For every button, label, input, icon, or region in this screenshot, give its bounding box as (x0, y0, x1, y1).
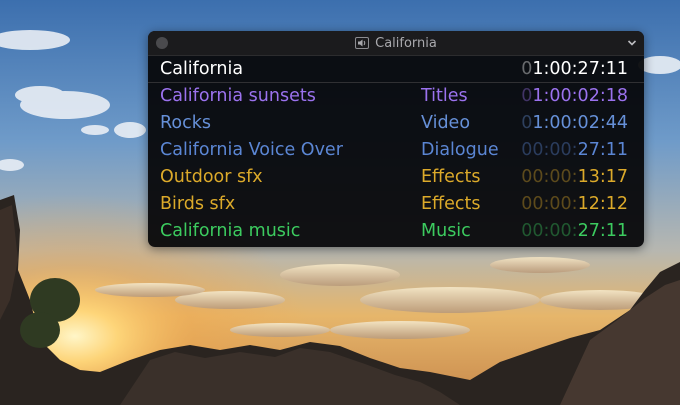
project-timecode: 01:00:27:11 (521, 59, 628, 79)
hud-titlebar: California (148, 31, 644, 56)
clip-timecode: 00:00:27:11 (521, 140, 628, 160)
speaker-icon (355, 37, 370, 49)
clip-role: Dialogue (421, 140, 499, 160)
timeline-index-hud: California California 01:00:27:11 Califo… (148, 31, 644, 247)
clip-role: Music (421, 221, 471, 241)
clip-name: California sunsets (160, 86, 316, 106)
clip-row[interactable]: California Voice Over Dialogue 00:00:27:… (148, 137, 644, 164)
clip-timecode: 01:00:02:18 (521, 86, 628, 106)
project-name: California (160, 59, 244, 79)
clip-role: Video (421, 113, 471, 133)
clip-timecode: 01:00:02:44 (521, 113, 628, 133)
clip-timecode: 00:00:13:17 (521, 167, 628, 187)
clip-timecode: 00:00:27:11 (521, 221, 628, 241)
window-title: California (375, 35, 437, 51)
clip-row[interactable]: Rocks Video 01:00:02:44 (148, 110, 644, 137)
title-group: California (148, 31, 644, 55)
clip-name: Birds sfx (160, 194, 236, 214)
clip-row[interactable]: California music Music 00:00:27:11 (148, 218, 644, 245)
clip-role: Effects (421, 194, 481, 214)
clip-timecode: 00:00:12:12 (521, 194, 628, 214)
clip-row[interactable]: Birds sfx Effects 00:00:12:12 (148, 191, 644, 218)
clip-row[interactable]: Outdoor sfx Effects 00:00:13:17 (148, 164, 644, 191)
chevron-down-icon[interactable] (626, 36, 638, 50)
clip-name: California Voice Over (160, 140, 343, 160)
clip-role: Effects (421, 167, 481, 187)
clip-name: California music (160, 221, 301, 241)
project-row[interactable]: California 01:00:27:11 (148, 56, 644, 83)
clip-name: Rocks (160, 113, 211, 133)
clip-role: Titles (421, 86, 468, 106)
clip-name: Outdoor sfx (160, 167, 263, 187)
clip-row[interactable]: California sunsets Titles 01:00:02:18 (148, 83, 644, 110)
clip-list: California 01:00:27:11 California sunset… (148, 56, 644, 245)
